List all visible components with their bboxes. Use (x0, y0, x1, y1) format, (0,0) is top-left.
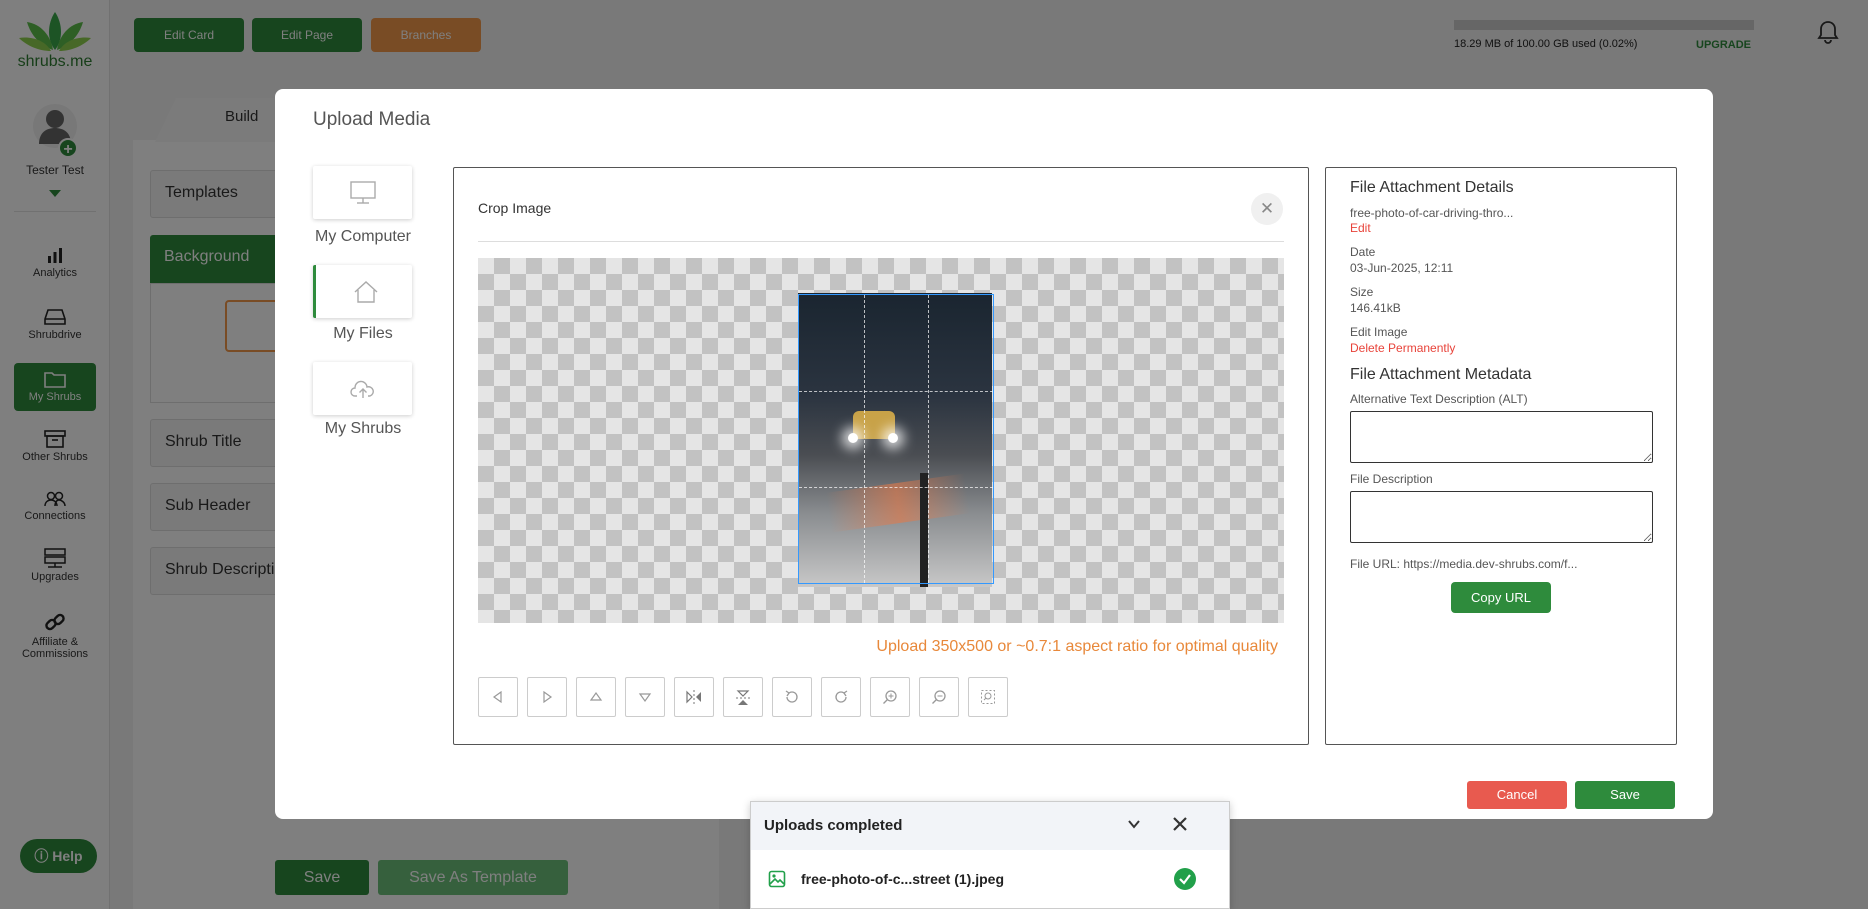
zoom-in-icon (883, 690, 897, 704)
save-button[interactable]: Save (1575, 781, 1675, 809)
chevron-down-icon[interactable] (1127, 817, 1141, 831)
file-url: File URL: https://media.dev-shrubs.com/f… (1350, 557, 1578, 571)
crop-title: Crop Image (478, 200, 552, 216)
date-value: 03-Jun-2025, 12:11 (1350, 261, 1454, 275)
move-up-icon (589, 691, 603, 701)
rotate-right-button[interactable] (821, 677, 861, 717)
monitor-icon (350, 181, 376, 204)
crop-guide (928, 295, 930, 583)
flip-vertical-button[interactable] (723, 677, 763, 717)
metadata-heading: File Attachment Metadata (1350, 366, 1532, 383)
close-icon[interactable] (1171, 815, 1189, 833)
file-description-label: File Description (1350, 472, 1433, 486)
uploaded-file-name: free-photo-of-c...street (1).jpeg (801, 871, 1005, 887)
crop-reset-button[interactable] (968, 677, 1008, 717)
details-heading: File Attachment Details (1350, 179, 1514, 196)
edit-link[interactable]: Edit (1350, 221, 1371, 235)
home-icon (354, 281, 378, 303)
divider (478, 241, 1284, 242)
move-right-button[interactable] (527, 677, 567, 717)
source-my-computer[interactable] (313, 166, 412, 219)
edit-image-link[interactable]: Edit Image (1350, 325, 1407, 339)
file-name: free-photo-of-car-driving-thro... (1350, 206, 1514, 220)
file-details-panel: File Attachment Details free-photo-of-ca… (1325, 167, 1677, 745)
move-left-icon (492, 690, 502, 704)
source-label[interactable]: My Computer (285, 228, 441, 246)
source-label[interactable]: My Shrubs (285, 420, 441, 438)
source-my-files[interactable] (313, 265, 412, 318)
copy-url-button[interactable]: Copy URL (1451, 582, 1551, 613)
delete-permanently-link[interactable]: Delete Permanently (1350, 341, 1455, 355)
cancel-button[interactable]: Cancel (1467, 781, 1567, 809)
move-down-button[interactable] (625, 677, 665, 717)
crop-guide (799, 390, 993, 392)
flip-horizontal-icon (686, 690, 701, 704)
rotate-left-icon (785, 690, 798, 703)
zoom-in-button[interactable] (870, 677, 910, 717)
flip-vertical-icon (736, 690, 750, 705)
rotate-left-button[interactable] (772, 677, 812, 717)
zoom-out-button[interactable] (919, 677, 959, 717)
zoom-out-icon (932, 690, 946, 704)
move-up-button[interactable] (576, 677, 616, 717)
source-label[interactable]: My Files (285, 325, 441, 343)
toast-header: Uploads completed (751, 802, 1229, 850)
alt-text-label: Alternative Text Description (ALT) (1350, 392, 1528, 406)
crop-hint-text: Upload 350x500 or ~0.7:1 aspect ratio fo… (876, 638, 1278, 655)
move-right-icon (543, 690, 553, 704)
move-down-icon (638, 693, 652, 703)
toast-title: Uploads completed (764, 817, 903, 834)
crop-guide (799, 486, 993, 488)
cloud-upload-icon (350, 380, 374, 398)
image-file-icon (768, 870, 786, 888)
upload-media-modal: Upload Media My Computer My Files My Shr… (275, 89, 1713, 819)
close-icon[interactable]: ✕ (1251, 193, 1283, 225)
move-left-button[interactable] (478, 677, 518, 717)
file-description-input[interactable] (1350, 491, 1653, 543)
crop-canvas[interactable] (478, 258, 1284, 623)
source-my-shrubs[interactable] (313, 362, 412, 415)
flip-horizontal-button[interactable] (674, 677, 714, 717)
size-label: Size (1350, 285, 1374, 299)
size-value: 146.41kB (1350, 301, 1401, 315)
modal-title: Upload Media (313, 109, 431, 130)
crop-reset-icon (981, 690, 995, 704)
rotate-right-icon (835, 690, 848, 703)
crop-image-panel: Crop Image ✕ Upload 350x500 or ~0.7:1 as… (453, 167, 1309, 745)
alt-text-input[interactable] (1350, 411, 1653, 463)
check-circle-icon (1174, 868, 1196, 890)
crop-guide (863, 295, 865, 583)
crop-selection-box[interactable] (798, 294, 994, 584)
date-label: Date (1350, 245, 1376, 259)
uploads-toast: Uploads completed free-photo-of-c...stre… (750, 801, 1230, 909)
